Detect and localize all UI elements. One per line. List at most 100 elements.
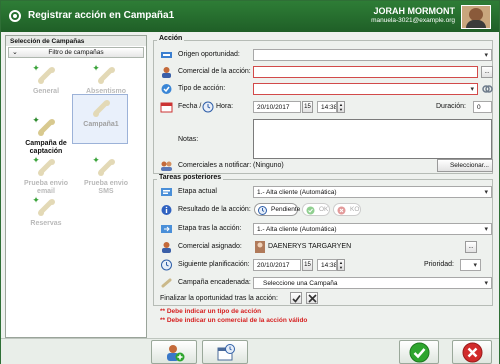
person-icon	[162, 67, 171, 78]
action-type-icon	[161, 84, 172, 94]
resultado-label: Resultado de la acción:	[178, 206, 251, 213]
add-person-icon	[167, 345, 185, 362]
clock-icon	[202, 101, 214, 113]
people-icon	[161, 161, 172, 171]
origen-select[interactable]	[253, 49, 492, 61]
stage-next-icon	[161, 225, 172, 233]
campaign-tile-label: Prueba envio SMS	[84, 180, 128, 195]
comercial-asignado-value: DAENERYS TARGARYEN	[268, 243, 352, 250]
tareas-group: Tareas posteriores Etapa actual 1.- Alta…	[153, 174, 493, 306]
hora-spinner[interactable]: ▲ ▼	[337, 101, 345, 113]
campaign-tile-reservas[interactable]: ✦ Reservas	[18, 194, 74, 244]
bone-icon	[98, 67, 115, 84]
schedule-button[interactable]	[202, 340, 248, 364]
tareas-legend: Tareas posteriores	[157, 174, 224, 181]
accion-legend: Acción	[157, 35, 185, 42]
notas-label: Notas:	[178, 136, 199, 143]
cross-icon	[337, 206, 346, 215]
etapa-actual-label: Etapa actual	[178, 188, 217, 195]
notas-textarea[interactable]	[253, 119, 492, 159]
campaign-selector-panel: Selección de Campañas ⌄ Filtro de campañ…	[5, 35, 147, 338]
encadenada-label: Campaña encadenada:	[178, 279, 251, 286]
person-icon	[162, 242, 171, 253]
duracion-input[interactable]: 0	[473, 101, 492, 113]
close-icon	[307, 294, 317, 303]
encadenada-select[interactable]: Seleccione una Campaña	[253, 277, 492, 289]
tipo-row: Tipo de acción:	[160, 83, 493, 95]
siguiente-hora-input[interactable]: 14:38	[317, 259, 337, 271]
campaign-panel-header: Selección de Campañas	[6, 36, 146, 46]
comerciales-row: Comerciales a notificar: (Ninguno) Selec…	[160, 159, 493, 172]
bone-icon	[93, 100, 110, 117]
avatar	[461, 5, 491, 29]
date-picker-button[interactable]: 15	[302, 101, 313, 113]
campaign-tile-campana1[interactable]: Campaña1	[72, 94, 128, 144]
siguiente-hora-spinner[interactable]: ▲ ▼	[337, 259, 345, 271]
tipo-select[interactable]	[253, 83, 478, 95]
check-icon	[291, 295, 301, 303]
accept-button[interactable]	[399, 340, 439, 364]
campaign-tile-label: Reservas	[30, 220, 62, 227]
calendar-icon	[160, 102, 173, 113]
error-message: ** Debe indicar un tipo de acción	[160, 308, 262, 315]
calendar-clock-icon	[217, 344, 235, 361]
finalizar-row: Finalizar la oportunidad tras la acción:	[160, 292, 492, 305]
bone-icon	[38, 119, 55, 136]
comercial-input[interactable]	[253, 66, 478, 78]
campaign-filter-label: Filtro de campañas	[48, 49, 104, 56]
bottom-toolbar	[1, 338, 499, 364]
clock-icon	[258, 206, 267, 215]
comercial-asignado-browse-button[interactable]: ...	[465, 241, 477, 253]
finalizar-yes-button[interactable]	[290, 292, 302, 304]
campaign-filter-button[interactable]: ⌄ Filtro de campañas	[8, 47, 144, 58]
pendiente-label: Pendiente	[271, 206, 301, 213]
hora-label: Hora:	[216, 103, 234, 110]
user-photo-icon	[255, 241, 265, 253]
seleccionar-button[interactable]: Seleccionar...	[437, 159, 493, 172]
comerciales-label: Comerciales a notificar:	[178, 162, 252, 169]
encadenada-row: Campaña encadenada: Seleccione una Campa…	[160, 277, 492, 289]
origin-icon	[161, 52, 172, 58]
chain-icon	[161, 278, 172, 288]
check-icon	[409, 342, 430, 363]
add-contact-button[interactable]	[151, 340, 197, 364]
settings-icon	[9, 10, 21, 22]
etapa-tras-row: Etapa tras la acción: 1.- Alta cliente (…	[160, 223, 492, 235]
fecha-row: Fecha / Hora: 20/10/2017 15 14:38 ▲ ▼ Dur…	[160, 101, 492, 113]
finalizar-no-button[interactable]	[306, 292, 318, 304]
comercial-asignado-label: Comercial asignado:	[178, 243, 242, 250]
window-title: Registrar acción en Campaña1	[28, 10, 175, 21]
stage-icon	[161, 188, 172, 196]
prioridad-label: Prioridad:	[424, 261, 454, 268]
etapa-actual-select[interactable]: 1.- Alta cliente (Automática)	[253, 186, 492, 198]
info-icon	[161, 205, 172, 215]
campaign-tile-label: Campaña1	[83, 121, 119, 128]
siguiente-fecha-input[interactable]: 20/10/2017	[253, 259, 301, 271]
hora-input[interactable]: 14:38	[317, 101, 337, 113]
comerciales-value: (Ninguno)	[253, 162, 284, 169]
fecha-label: Fecha /	[178, 103, 202, 110]
pendiente-button[interactable]: Pendiente	[254, 203, 301, 216]
finalizar-label: Finalizar la oportunidad tras la acción:	[160, 295, 278, 302]
ok-button[interactable]: OK	[302, 203, 330, 216]
origen-label: Origen oportunidad:	[178, 51, 240, 58]
campaign-tile-label: General	[32, 88, 60, 95]
comercial-asignado-row: Comercial asignado: DAENERYS TARGARYEN .…	[160, 241, 492, 253]
campaign-tile-general[interactable]: ✦ General	[18, 62, 74, 112]
user-info: JORAH MORMONT manuela-3021@example.org	[371, 6, 455, 24]
close-icon	[462, 342, 483, 363]
prioridad-select[interactable]	[460, 259, 481, 271]
comercial-row: Comercial de la acción: ...	[160, 66, 493, 78]
link-icon[interactable]	[482, 83, 493, 95]
cancel-button[interactable]	[452, 340, 492, 364]
siguiente-row: Siguiente planificación: 20/10/2017 15 1…	[160, 259, 492, 271]
etapa-tras-select[interactable]: 1.- Alta cliente (Automática)	[253, 223, 492, 235]
comercial-browse-button[interactable]: ...	[481, 66, 493, 78]
campaign-tile-sms[interactable]: ✦ Prueba envio SMS	[78, 154, 134, 204]
siguiente-date-picker-button[interactable]: 15	[302, 259, 313, 271]
seleccionar-label: Seleccionar...	[449, 162, 489, 169]
fecha-input[interactable]: 20/10/2017	[253, 101, 301, 113]
accion-group: Acción Origen oportunidad: Comercial de …	[153, 35, 493, 174]
ko-button[interactable]: KO	[333, 203, 361, 216]
chevron-down-icon: ⌄	[12, 49, 18, 56]
